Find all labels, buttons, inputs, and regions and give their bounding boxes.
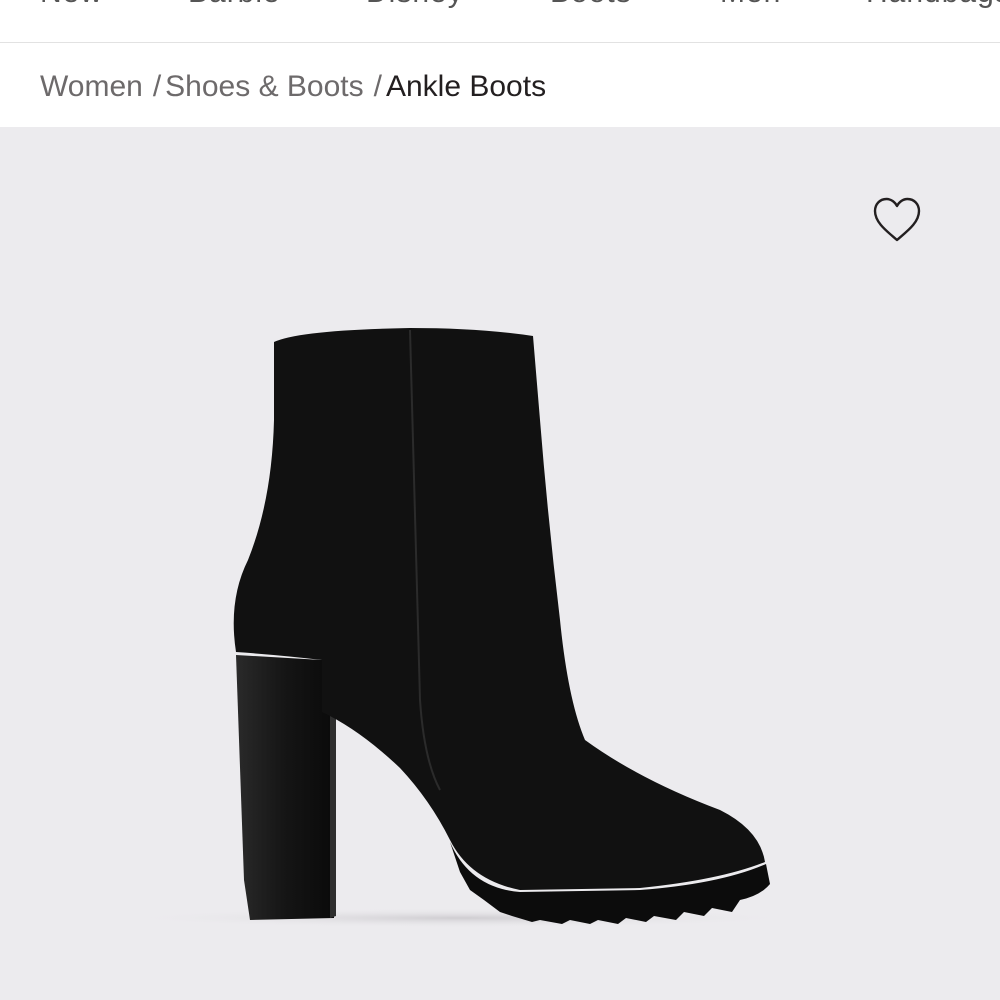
wishlist-heart-icon[interactable] bbox=[870, 195, 924, 245]
product-image-ankle-boot bbox=[120, 328, 800, 928]
breadcrumb: Women / Shoes & Boots / Ankle Boots bbox=[40, 70, 546, 110]
breadcrumb-separator: / bbox=[373, 70, 382, 103]
breadcrumb-separator: / bbox=[152, 70, 162, 103]
top-navigation: New Barbie Disney Boots Men Handbags bbox=[0, 0, 1000, 43]
breadcrumb-current: Ankle Boots bbox=[385, 70, 547, 103]
breadcrumb-women[interactable]: Women bbox=[40, 70, 143, 104]
breadcrumb-shoes-boots[interactable]: Shoes & Boots bbox=[165, 70, 363, 104]
nav-item-new[interactable]: New bbox=[40, 0, 103, 10]
nav-item-handbags[interactable]: Handbags bbox=[866, 0, 1000, 10]
nav-item-barbie[interactable]: Barbie bbox=[188, 0, 281, 10]
nav-item-men[interactable]: Men bbox=[720, 0, 781, 10]
nav-item-boots[interactable]: Boots bbox=[550, 0, 632, 10]
nav-item-disney[interactable]: Disney bbox=[366, 0, 464, 10]
